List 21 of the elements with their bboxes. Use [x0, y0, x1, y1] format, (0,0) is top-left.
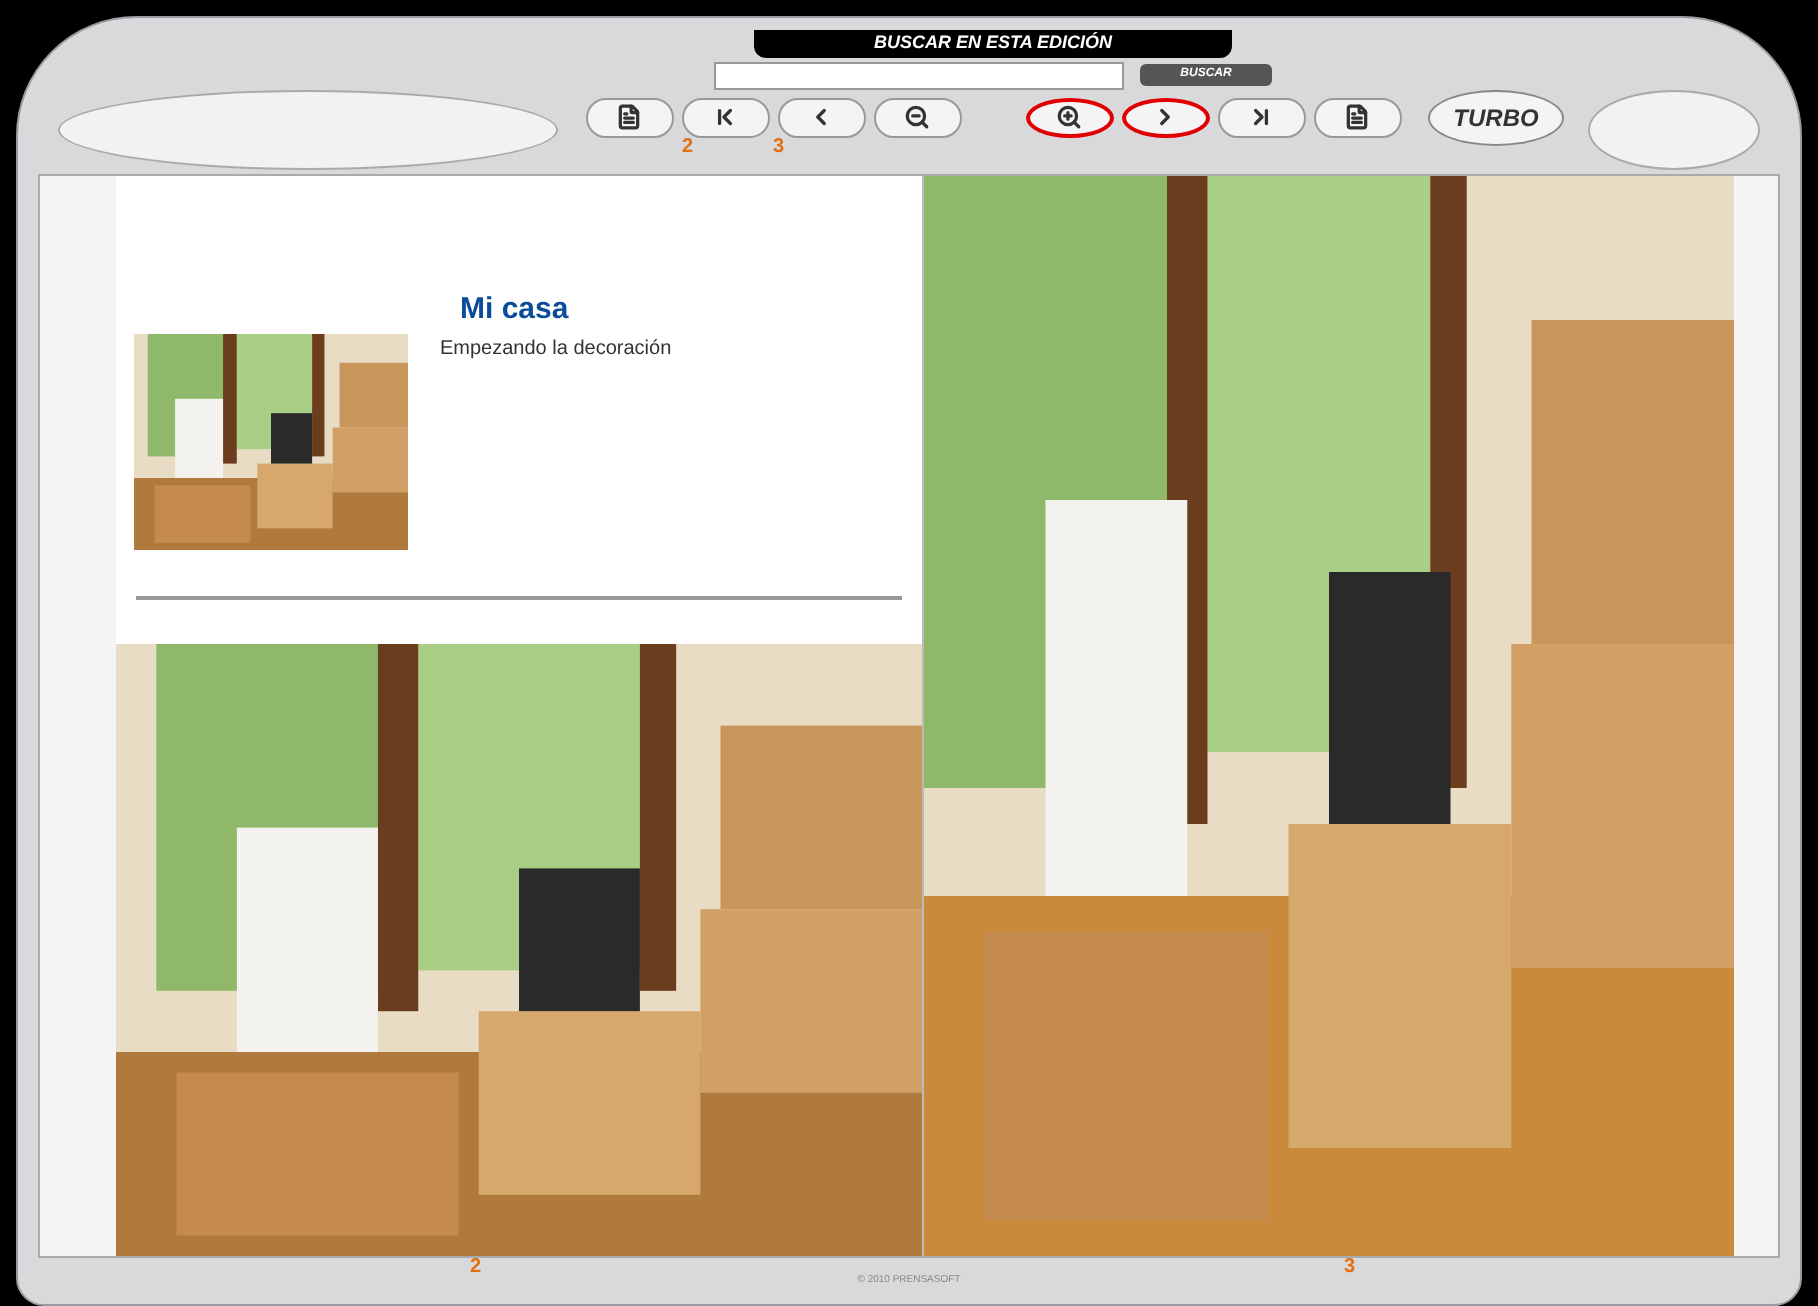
page-number: 2: [681, 137, 693, 157]
page-number: 2: [470, 1254, 482, 1282]
document-icon: [1344, 104, 1370, 130]
first-page-icon: [712, 104, 738, 130]
toolbar-button[interactable]: [585, 97, 673, 137]
page-number: 3: [1344, 1254, 1356, 1282]
toolbar-button[interactable]: [1313, 97, 1401, 137]
toolbar-button[interactable]: [681, 97, 769, 137]
page-number: 3: [773, 137, 785, 157]
turbo-button[interactable]: TURBO: [1428, 90, 1564, 146]
zoom-in-icon: [1056, 104, 1082, 130]
article-title: Mi casa: [458, 290, 571, 330]
toolbar-button[interactable]: [873, 97, 961, 137]
article-subtitle: Empezando la decoración: [440, 335, 672, 363]
search-title: BUSCAR EN ESTA EDICIÓN: [753, 30, 1232, 57]
last-page-icon: [1248, 104, 1274, 130]
toolbar-button[interactable]: [1025, 97, 1113, 137]
toolbar-button[interactable]: [1217, 97, 1305, 137]
zoom-out-icon: [904, 104, 930, 130]
document-icon: [616, 104, 642, 130]
search-field[interactable]: [714, 61, 1125, 89]
